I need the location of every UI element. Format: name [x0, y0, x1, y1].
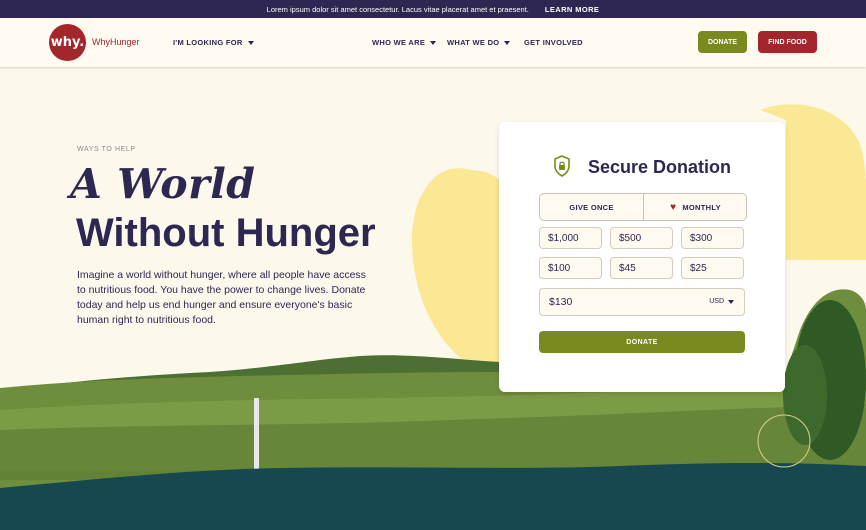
nav-looking-for[interactable]: I'M LOOKING FOR — [173, 38, 254, 47]
amount-option[interactable]: $1,000 — [539, 227, 602, 249]
announcement-text: Lorem ipsum dolor sit amet consectetur. … — [266, 4, 529, 14]
hero-title-script: A World — [70, 160, 256, 208]
give-once-label: GIVE ONCE — [569, 202, 614, 212]
chevron-down-icon — [728, 299, 734, 304]
find-food-button[interactable]: FIND FOOD — [758, 31, 817, 53]
logo-badge[interactable]: why. — [49, 24, 86, 61]
monthly-tab[interactable]: ♥ MONTHLY — [643, 194, 746, 220]
nav-what-we-do-label: WHAT WE DO — [447, 38, 500, 47]
currency-label: USD — [709, 298, 724, 305]
announcement-bar: Lorem ipsum dolor sit amet consectetur. … — [0, 0, 866, 18]
nav-looking-for-label: I'M LOOKING FOR — [173, 38, 243, 47]
nav-who-we-are-label: WHO WE ARE — [372, 38, 426, 47]
nav-who-we-are[interactable]: WHO WE ARE — [372, 38, 437, 47]
main-nav: why. WhyHunger I'M LOOKING FOR WHO WE AR… — [0, 18, 866, 67]
chevron-down-icon — [247, 40, 254, 45]
amount-option[interactable]: $25 — [681, 257, 744, 279]
donation-title: Secure Donation — [588, 157, 732, 177]
amount-option[interactable]: $45 — [610, 257, 673, 279]
nav-donate-button[interactable]: DONATE — [698, 31, 747, 53]
hero-title-main: Without Hunger — [76, 211, 376, 255]
learn-more-link[interactable]: LEARN MORE — [545, 5, 599, 14]
lock-shield-icon — [554, 155, 570, 177]
chevron-down-icon — [504, 40, 511, 45]
heart-icon: ♥ — [670, 201, 677, 213]
frequency-toggle: GIVE ONCE ♥ MONTHLY — [539, 193, 747, 221]
amount-option[interactable]: $500 — [610, 227, 673, 249]
give-once-tab[interactable]: GIVE ONCE — [540, 194, 643, 220]
nav-what-we-do[interactable]: WHAT WE DO — [447, 38, 511, 47]
custom-amount-input[interactable]: $130 USD — [539, 288, 745, 316]
nav-get-involved-label: GET INVOLVED — [524, 38, 583, 47]
hero-intro: Imagine a world without hunger, where al… — [77, 269, 366, 326]
hero-kicker: WAYS TO HELP — [77, 146, 136, 153]
donate-submit-button[interactable]: DONATE — [539, 331, 745, 353]
chevron-down-icon — [430, 40, 437, 45]
currency-select[interactable]: USD — [709, 298, 734, 305]
brand-name[interactable]: WhyHunger — [92, 37, 140, 47]
amount-option[interactable]: $100 — [539, 257, 602, 279]
donation-card: Secure Donation GIVE ONCE ♥ MONTHLY $1,0… — [499, 122, 785, 392]
nav-get-involved[interactable]: GET INVOLVED — [524, 38, 583, 47]
amount-option[interactable]: $300 — [681, 227, 744, 249]
monthly-label: MONTHLY — [682, 202, 721, 212]
custom-amount-value: $130 — [549, 296, 573, 308]
